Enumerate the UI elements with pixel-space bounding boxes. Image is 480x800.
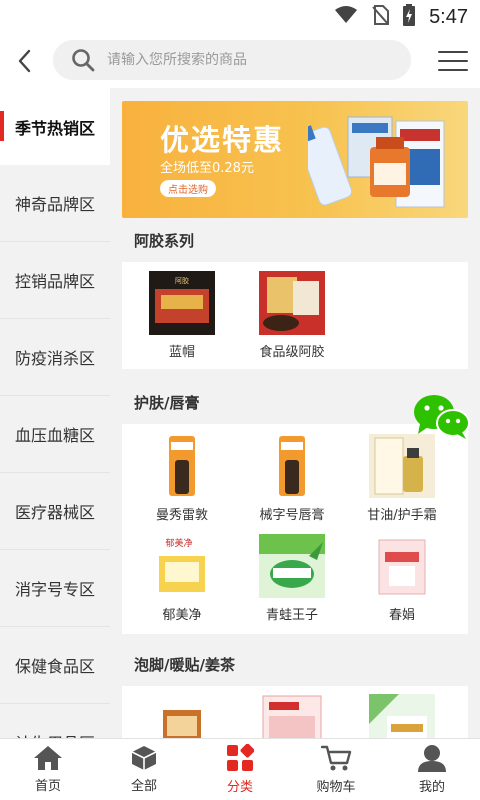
sidebar-item-label: 计生用品区 [15,730,95,738]
header-bar [0,34,480,88]
product-image [149,706,215,738]
clock-time: 5:47 [429,5,468,28]
battery-charging-icon [403,4,416,30]
nav-cart[interactable]: 购物车 [288,739,384,800]
sidebar-item-label: 血压血糖区 [14,426,95,445]
nav-profile[interactable]: 我的 [384,739,480,800]
sidebar-item-label: 医疗器械区 [14,503,95,522]
status-bar: 5:47 [0,0,480,34]
home-icon [34,746,62,770]
nav-label: 我的 [418,780,445,795]
user-icon [418,745,446,772]
sidebar-item-label: 防疫消杀区 [14,349,95,368]
search-input[interactable] [107,52,387,68]
nav-label: 购物车 [316,780,356,795]
product-item[interactable]: 春娟 [352,534,452,623]
product-image [259,694,325,738]
product-name: 春娟 [388,608,415,623]
wechat-float-button[interactable] [412,394,470,440]
product-name: 甘油/护手霜 [367,508,437,523]
sidebar-item-family[interactable]: 计生用品区 [0,704,110,738]
sidebar-item-brand[interactable]: 神奇品牌区 [0,165,110,242]
cart-icon [320,745,352,771]
product-name: 械字号唇膏 [259,508,325,523]
product-item[interactable]: 青蛙王子 [242,534,342,623]
product-item[interactable]: 食品级阿胶 [242,271,342,360]
search-bar[interactable] [53,40,411,80]
category-icon [227,744,254,771]
nav-home[interactable]: 首页 [0,739,96,800]
banner-title: 优选特惠 [160,123,285,157]
section-title-footbath: 泡脚/暖贴/姜茶 [134,656,235,674]
product-image: 阿胶 [149,271,215,335]
product-name: 郁美净 [162,608,202,623]
back-button[interactable] [0,34,48,88]
product-item[interactable] [132,706,232,738]
product-image [259,434,325,498]
product-image [259,534,325,598]
bottom-nav: 首页 全部 分类 购物车 我的 [0,738,480,800]
no-sim-icon [371,5,390,29]
sidebar-item-label: 季节热销区 [14,118,95,138]
product-item[interactable]: 阿胶 蓝帽 [132,271,232,360]
sidebar-item-blood[interactable]: 血压血糖区 [0,396,110,473]
product-panel-ejiao: 阿胶 蓝帽 食品级阿胶 [122,262,468,369]
product-item[interactable]: 械字号唇膏 [242,434,342,523]
product-panel-skincare: 曼秀雷敦 械字号唇膏 甘油/护手霜 郁美净 郁美净 青蛙王子 春娟 [122,424,468,634]
sidebar-item-seasonal[interactable]: 季节热销区 [0,88,110,165]
banner-shop-button[interactable]: 点击选购 [160,180,216,197]
product-image [369,694,435,738]
sidebar-item-disinfect[interactable]: 防疫消杀区 [0,319,110,396]
sidebar-item-controlled[interactable]: 控销品牌区 [0,242,110,319]
product-item[interactable] [352,694,452,738]
product-item[interactable] [242,694,342,738]
menu-line-icon [438,51,468,53]
sidebar-item-devices[interactable]: 医疗器械区 [0,473,110,550]
section-title-skincare: 护肤/唇膏 [134,394,200,412]
menu-line-icon [438,60,468,62]
product-item[interactable]: 甘油/护手霜 [352,434,452,523]
product-image [369,534,435,598]
product-image [259,271,325,335]
chevron-left-icon [18,49,31,73]
category-sidebar: 季节热销区 神奇品牌区 控销品牌区 防疫消杀区 血压血糖区 医疗器械区 消字号专… [0,88,110,738]
nav-label: 全部 [130,779,157,794]
sidebar-item-label: 保健食品区 [14,657,95,676]
sidebar-item-label: 消字号专区 [14,580,95,599]
product-image [149,434,215,498]
product-name: 曼秀雷敦 [155,508,208,523]
banner-subtitle: 全场低至0.28元 [160,161,254,176]
product-name: 蓝帽 [168,345,195,360]
nav-label: 分类 [226,780,253,795]
sidebar-item-health-food[interactable]: 保健食品区 [0,627,110,704]
menu-button[interactable] [438,44,468,78]
medicine-products-image [308,116,445,208]
product-image [369,434,435,498]
section-title-ejiao: 阿胶系列 [134,232,195,250]
product-item[interactable]: 郁美净 郁美净 [132,534,232,623]
box-icon [131,746,157,770]
menu-line-icon [438,69,468,71]
nav-label: 首页 [34,779,61,794]
product-name: 青蛙王子 [265,608,318,623]
product-name: 食品级阿胶 [259,345,325,360]
svg-text:郁美净: 郁美净 [165,537,192,549]
promo-banner[interactable]: 优选特惠 全场低至0.28元 点击选购 [122,101,468,218]
sidebar-item-label: 神奇品牌区 [14,195,95,214]
product-panel-footbath [122,686,468,738]
svg-text:阿胶: 阿胶 [175,276,189,285]
product-image: 郁美净 [149,534,215,598]
nav-all[interactable]: 全部 [96,739,192,800]
sidebar-item-label: 控销品牌区 [14,272,95,291]
wifi-icon [335,6,358,28]
sidebar-item-sanitizer[interactable]: 消字号专区 [0,550,110,627]
wechat-icon [414,395,470,439]
nav-category[interactable]: 分类 [192,739,288,800]
product-item[interactable]: 曼秀雷敦 [132,434,232,523]
search-icon [72,49,95,72]
